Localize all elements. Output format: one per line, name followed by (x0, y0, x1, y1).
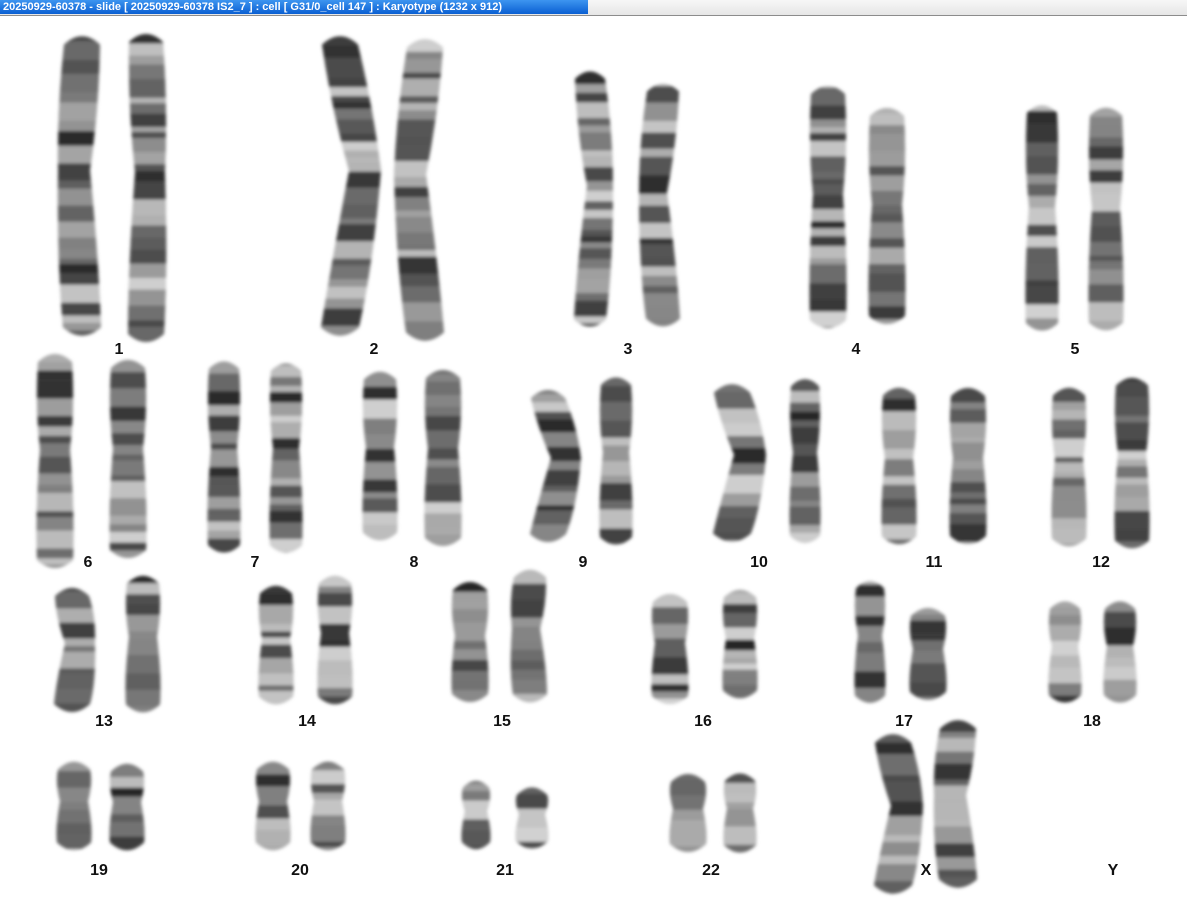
chromosome[interactable] (847, 94, 927, 338)
chromosome[interactable] (494, 774, 570, 864)
chromosome-label: 12 (1092, 554, 1110, 571)
chromosome-label: Y (1107, 862, 1119, 879)
chromosome-label: 4 (851, 341, 861, 358)
chromosome[interactable] (1082, 588, 1158, 716)
chromosome[interactable] (299, 22, 381, 350)
chromosome[interactable] (430, 568, 510, 716)
chromosome[interactable] (234, 748, 312, 864)
karyogram: 1 2 3 4 5 6 7 8 9 10 11 12 13 14 15 16 17 18 19 20 21 22 X Y (0, 16, 1187, 906)
chromosome[interactable] (248, 350, 324, 569)
chromosome-label: 11 (925, 554, 943, 571)
window-title: 20250929-60378 - slide [ 20250929-60378 … (0, 0, 588, 14)
chromosome[interactable] (1027, 588, 1103, 716)
chromosome[interactable] (1004, 92, 1080, 344)
chromosome[interactable] (384, 25, 466, 355)
chromosome-label: 10 (750, 554, 768, 571)
chromosome[interactable] (88, 750, 166, 864)
chromosome[interactable] (701, 576, 779, 712)
chromosome-canvas (15, 20, 1171, 894)
chromosome-label: X (920, 862, 932, 879)
chromosome-label: 1 (114, 341, 124, 358)
chromosome[interactable] (41, 22, 123, 350)
chromosome[interactable] (691, 370, 773, 558)
chromosome[interactable] (106, 20, 186, 356)
chromosome-label: 19 (90, 862, 108, 879)
chromosome[interactable] (88, 346, 168, 574)
chromosome[interactable] (788, 72, 868, 342)
chromosome[interactable] (440, 768, 512, 862)
chromosome-label: 9 (578, 554, 588, 571)
chromosome-label: 15 (493, 713, 511, 730)
chromosome-label: 3 (623, 341, 633, 358)
chromosome-label: 16 (694, 713, 712, 730)
chromosome[interactable] (508, 376, 588, 557)
chromosome[interactable] (860, 374, 938, 558)
chromosome[interactable] (928, 374, 1008, 560)
chromosome-label: 21 (496, 862, 514, 879)
chromosome[interactable] (1067, 94, 1145, 344)
chromosome[interactable] (15, 340, 95, 585)
chromosome-label: 2 (369, 341, 379, 358)
title-bar: 20250929-60378 - slide [ 20250929-60378 … (0, 0, 1187, 16)
chromosome[interactable] (578, 364, 654, 562)
chromosome[interactable] (702, 760, 778, 866)
chromosome[interactable] (32, 574, 112, 726)
chromosome[interactable] (1030, 374, 1108, 560)
chromosome[interactable] (888, 594, 968, 714)
chromosome[interactable] (630, 580, 710, 718)
chromosome-label: 8 (409, 554, 419, 571)
chromosome[interactable] (35, 748, 113, 864)
chromosome[interactable] (768, 366, 842, 556)
chromosome-label: 18 (1083, 713, 1101, 730)
chromosome[interactable] (648, 760, 728, 866)
chromosome-label: 22 (702, 862, 720, 879)
chromosome[interactable] (104, 562, 182, 731)
chromosome[interactable] (552, 58, 628, 343)
chromosome[interactable] (289, 748, 367, 864)
chromosome[interactable] (341, 358, 419, 554)
chromosome-label: 7 (250, 554, 260, 571)
chromosome[interactable] (186, 348, 262, 566)
chromosome[interactable] (237, 572, 315, 718)
chromosome-label: 6 (83, 554, 93, 571)
chromosome[interactable] (1093, 364, 1171, 562)
chromosome-label: 17 (895, 713, 913, 730)
chromosome[interactable] (403, 356, 483, 560)
chromosome[interactable] (624, 70, 702, 340)
chromosome-label: 14 (298, 713, 316, 730)
chromosome[interactable] (296, 562, 374, 718)
chromosome-label: 20 (291, 862, 309, 879)
chromosome[interactable] (833, 568, 907, 716)
chromosome[interactable] (491, 556, 569, 716)
chromosome-label: 13 (95, 713, 113, 730)
chromosome-label: 5 (1070, 341, 1080, 358)
